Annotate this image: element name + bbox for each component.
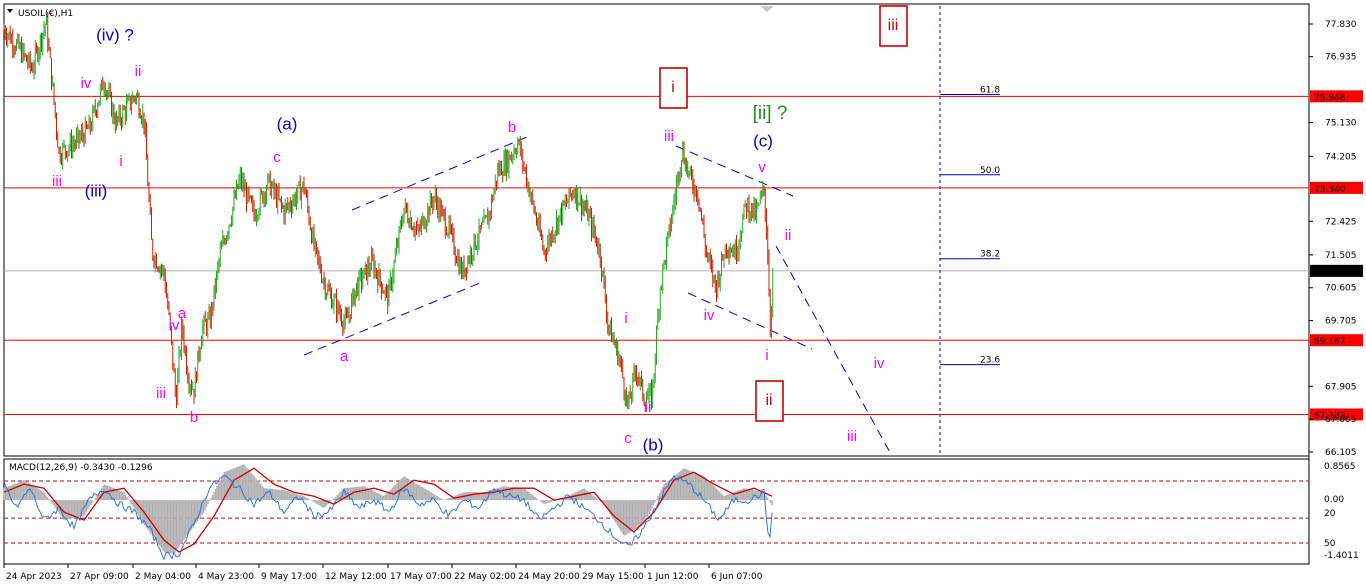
price-tick-label: 71.505: [1325, 251, 1357, 261]
wave-label: iii: [52, 173, 62, 190]
wave-label: (c): [753, 131, 773, 150]
price-tick-label: 69.705: [1325, 317, 1357, 327]
macd-level-label: 50: [1324, 539, 1336, 549]
price-level-value: 69.167: [1314, 337, 1346, 347]
time-tick-label: 12 May 12:00: [325, 572, 387, 582]
time-tick-label: 17 May 07:00: [390, 572, 452, 582]
time-tick-label: 24 May 20:00: [518, 572, 580, 582]
price-tick-label: 77.830: [1325, 20, 1357, 30]
symbol-label: USOIL(€),H1: [18, 9, 73, 19]
price-tick-label: 75.130: [1325, 119, 1357, 129]
macd-label: MACD(12,26,9) -0.3430 -0.1296: [9, 463, 153, 473]
wave-label: (a): [277, 114, 298, 133]
time-tick-label: 4 May 23:00: [198, 572, 254, 582]
wave-label: i: [119, 153, 122, 170]
price-level-value: 75.848: [1314, 93, 1346, 103]
fib-level-label: 23.6: [980, 356, 1000, 366]
wave-label: (b): [643, 435, 664, 454]
wave-label: c: [624, 430, 632, 447]
macd-level-label: 20: [1324, 509, 1336, 519]
time-tick-label: 2 May 04:00: [135, 572, 191, 582]
time-tick-label: 22 May 02:00: [454, 572, 516, 582]
macd-tick-label: -1.4011: [1324, 551, 1359, 561]
time-tick-label: 24 Apr 2023: [6, 572, 62, 582]
wave-label: ii: [785, 227, 792, 244]
wave-label: c: [273, 149, 281, 166]
wave-label: ii: [135, 63, 142, 80]
wave-label: i: [765, 347, 768, 364]
chart-canvas: 75.84873.34071.06769.16767.133 61.850.03…: [0, 0, 1366, 588]
time-tick-label: 9 May 17:00: [261, 572, 317, 582]
price-tick-label: 67.905: [1325, 382, 1357, 392]
wave-label: iii: [664, 128, 674, 145]
wave-label: (iv) ?: [96, 25, 134, 44]
wave-label: iv: [81, 75, 92, 92]
price-tick-label: 72.425: [1325, 217, 1357, 227]
wave-label-boxed: i: [671, 79, 675, 96]
wave-label: iv: [874, 355, 885, 372]
wave-label: iv: [704, 307, 715, 324]
wave-label: i: [624, 310, 627, 327]
price-level-value: 71.067: [1314, 268, 1346, 278]
price-tick-label: 66.105: [1325, 448, 1357, 458]
wave-label: b: [508, 119, 516, 136]
wave-label: a: [340, 348, 349, 365]
wave-label: v: [758, 159, 766, 176]
time-tick-label: 29 May 15:00: [582, 572, 644, 582]
wave-label: (iii): [85, 181, 108, 200]
price-tick-label: 74.205: [1325, 152, 1357, 162]
wave-label: b: [190, 409, 198, 426]
time-tick-label: 6 Jun 07:00: [711, 572, 763, 582]
wave-label: [ii] ?: [753, 103, 788, 124]
wave-label: iii: [847, 428, 857, 445]
fib-level-label: 50.0: [980, 166, 1000, 176]
macd-tick-label: 0.00: [1324, 495, 1344, 505]
wave-label-boxed: ii: [765, 392, 772, 409]
price-tick-label: 76.935: [1325, 53, 1357, 63]
time-tick-label: 1 Jun 12:00: [647, 572, 699, 582]
wave-label: iv: [169, 317, 180, 334]
wave-label: ii: [645, 399, 652, 416]
price-tick-label: 67.005: [1325, 415, 1357, 425]
price-level-value: 73.340: [1314, 185, 1346, 195]
wave-label: iii: [156, 385, 166, 402]
fib-level-label: 61.8: [980, 85, 1000, 95]
chart-root: 75.848 73.340 71.067 69.167 67.133 61.8 50.0 3…: [0, 0, 1366, 588]
macd-tick-label: 0.8565: [1324, 462, 1356, 472]
price-tick-label: 70.605: [1325, 284, 1357, 294]
time-tick-label: 27 Apr 09:00: [70, 572, 129, 582]
wave-label-boxed: iii: [888, 17, 899, 34]
fib-level-label: 38.2: [980, 250, 1000, 260]
